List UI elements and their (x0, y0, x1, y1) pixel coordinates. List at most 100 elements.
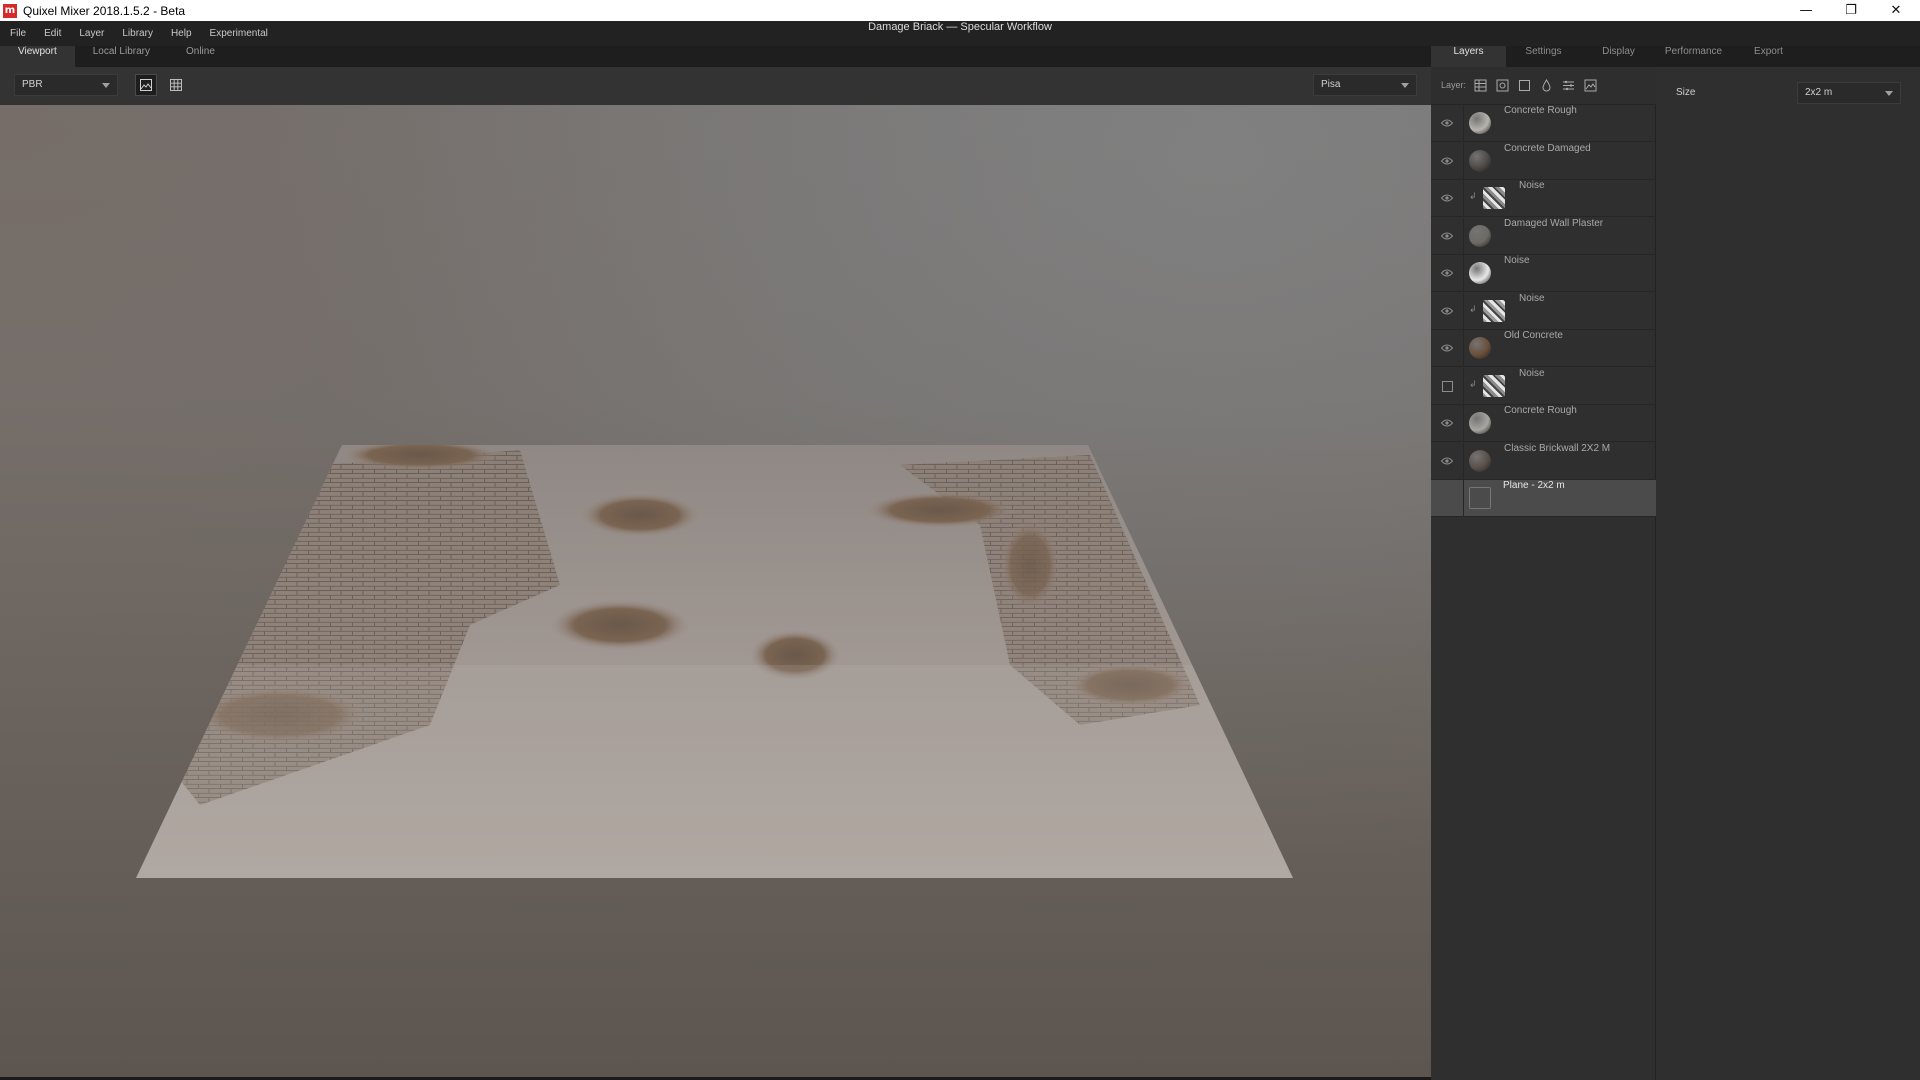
image-view-button[interactable] (135, 74, 157, 96)
layer-name: Damaged Wall Plaster (1504, 218, 1604, 229)
material-thumbnail (1469, 150, 1491, 172)
material-thumbnail (1469, 262, 1491, 284)
add-surface-layer-button[interactable] (1473, 78, 1487, 92)
properties-panel: Size 2x2 m (1656, 67, 1920, 1080)
material-thumbnail (1483, 187, 1505, 209)
render-mode-dropdown[interactable]: PBR (14, 74, 118, 96)
layer-row[interactable]: Plane - 2x2 m (1431, 480, 1656, 517)
material-thumbnail (1469, 112, 1491, 134)
tab-display[interactable]: Display (1581, 46, 1656, 67)
material-thumbnail (1469, 337, 1491, 359)
layers-panel: Concrete Rough Concrete Damaged ↲ Noise Dama… (1431, 105, 1656, 1080)
size-dropdown[interactable]: 2x2 m (1797, 82, 1901, 104)
visibility-toggle[interactable] (1431, 105, 1464, 141)
add-solid-layer-button[interactable] (1517, 78, 1531, 92)
layer-row[interactable]: ↲ Noise (1431, 368, 1656, 405)
layer-row[interactable]: Classic Brickwall 2X2 M (1431, 443, 1656, 480)
add-paint-layer-button[interactable] (1495, 78, 1509, 92)
layer-name: Classic Brickwall 2X2 M (1504, 443, 1611, 454)
tab-local-library[interactable]: Local Library (75, 46, 168, 67)
tab-export[interactable]: Export (1731, 46, 1806, 67)
damage-pit (580, 493, 700, 537)
solid-layer-icon (1518, 79, 1530, 91)
visibility-toggle[interactable] (1431, 480, 1464, 516)
layer-row[interactable]: Concrete Rough (1431, 405, 1656, 442)
size-label: Size (1676, 87, 1696, 98)
visibility-toggle[interactable] (1431, 143, 1464, 179)
eye-icon (1441, 232, 1453, 240)
layer-name: Concrete Damaged (1504, 143, 1591, 154)
material-thumbnail (1483, 375, 1505, 397)
paint-layer-icon (1496, 79, 1508, 91)
menu-layer[interactable]: Layer (79, 28, 104, 39)
panel-tab-bar: Layers Settings Display Performance Expo… (1431, 46, 1920, 67)
eye-icon (1441, 157, 1453, 165)
adjustment-layer-icon (1562, 80, 1574, 90)
menu-experimental[interactable]: Experimental (210, 28, 268, 39)
add-image-layer-button[interactable] (1583, 78, 1597, 92)
menu-library[interactable]: Library (122, 28, 153, 39)
tab-viewport[interactable]: Viewport (0, 46, 75, 67)
layer-row[interactable]: Concrete Damaged (1431, 143, 1656, 180)
eye-icon (1441, 419, 1453, 427)
visibility-toggle[interactable] (1431, 443, 1464, 479)
chevron-down-icon (1885, 91, 1893, 96)
eye-icon (1441, 457, 1453, 465)
visibility-toggle[interactable] (1431, 180, 1464, 216)
grid-toggle-button[interactable] (165, 74, 187, 96)
layer-name: Old Concrete (1504, 330, 1563, 341)
menu-edit[interactable]: Edit (44, 28, 61, 39)
layer-row[interactable]: ↲ Noise (1431, 293, 1656, 330)
drop-icon (1541, 78, 1551, 91)
tab-layers[interactable]: Layers (1431, 46, 1506, 67)
mask-link-icon: ↲ (1469, 305, 1477, 315)
document-title: Damage Briack — Specular Workflow (868, 21, 1052, 33)
viewport-toolbar: PBR Pisa (0, 67, 1431, 105)
layer-toolbar: Layer: (1431, 67, 1656, 105)
menu-help[interactable]: Help (171, 28, 192, 39)
layer-name: Noise (1504, 255, 1530, 266)
grid-icon (170, 79, 182, 91)
eye-icon (1441, 194, 1453, 202)
layer-row[interactable]: ↲ Noise (1431, 180, 1656, 217)
visibility-toggle[interactable] (1431, 218, 1464, 254)
layer-name: Noise (1519, 368, 1545, 379)
damage-pit (865, 492, 1015, 528)
layer-name: Concrete Rough (1504, 105, 1577, 116)
visibility-toggle[interactable] (1431, 368, 1464, 404)
close-button[interactable]: ✕ (1874, 0, 1918, 21)
layer-row[interactable]: Damaged Wall Plaster (1431, 218, 1656, 255)
visibility-toggle[interactable] (1431, 330, 1464, 366)
damage-pit (340, 445, 500, 470)
eye-icon (1441, 119, 1453, 127)
environment-dropdown[interactable]: Pisa (1313, 74, 1417, 96)
material-thumbnail (1483, 300, 1505, 322)
add-adjustment-layer-button[interactable] (1561, 78, 1575, 92)
minimize-button[interactable]: — (1784, 0, 1828, 21)
maximize-button[interactable]: ❐ (1829, 0, 1873, 21)
mesh-thumbnail (1469, 487, 1491, 509)
tab-online[interactable]: Online (168, 46, 233, 67)
visibility-toggle[interactable] (1431, 405, 1464, 441)
mask-link-icon: ↲ (1469, 380, 1477, 390)
chevron-down-icon (102, 83, 110, 88)
mask-link-icon: ↲ (1469, 192, 1477, 202)
layer-name: Plane - 2x2 m (1503, 480, 1565, 491)
visibility-toggle[interactable] (1431, 255, 1464, 291)
layer-name: Noise (1519, 293, 1545, 304)
environment-value: Pisa (1321, 79, 1341, 90)
tab-settings[interactable]: Settings (1506, 46, 1581, 67)
layer-name: Concrete Rough (1504, 405, 1577, 416)
eye-icon (1441, 307, 1453, 315)
layer-row[interactable]: Old Concrete (1431, 330, 1656, 367)
layer-row[interactable]: Noise (1431, 255, 1656, 292)
menu-file[interactable]: File (10, 28, 26, 39)
material-thumbnail (1469, 450, 1491, 472)
visibility-toggle[interactable] (1431, 293, 1464, 329)
tab-performance[interactable]: Performance (1656, 46, 1731, 67)
material-thumbnail (1469, 225, 1491, 247)
viewport-3d[interactable] (0, 105, 1431, 1080)
eye-icon (1441, 269, 1453, 277)
add-fluid-layer-button[interactable] (1539, 78, 1553, 92)
layer-row[interactable]: Concrete Rough (1431, 105, 1656, 142)
